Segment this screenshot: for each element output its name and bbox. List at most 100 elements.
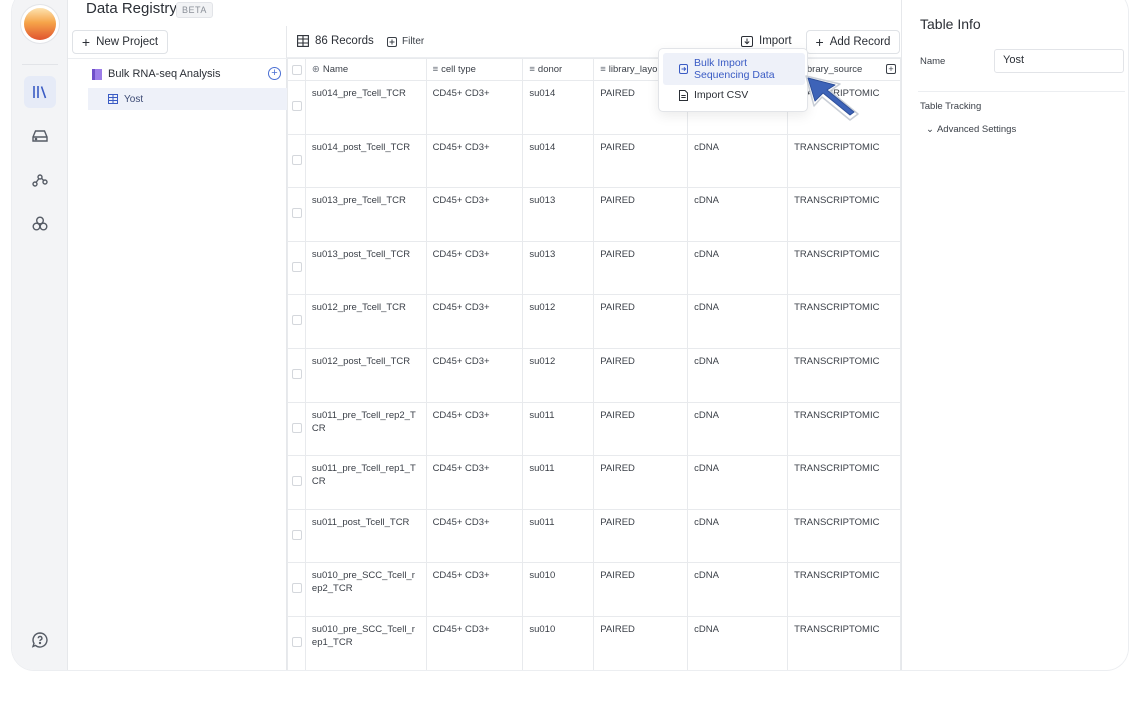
table-row[interactable]: su014_post_Tcell_TCR CD45+ CD3+ su014 PAIRE…	[287, 133, 901, 189]
row-checkbox[interactable]	[287, 294, 306, 349]
cell-donor[interactable]: su011	[522, 455, 595, 510]
row-checkbox[interactable]	[287, 133, 306, 189]
import-csv-menu-item[interactable]: Import CSV	[679, 89, 748, 101]
cell-library-selection[interactable]: cDNA	[687, 347, 789, 403]
cell-cell-type[interactable]: CD45+ CD3+	[425, 508, 524, 564]
cell-library-layout[interactable]: PAIRED	[593, 240, 689, 296]
row-checkbox[interactable]	[287, 187, 306, 242]
cell-name[interactable]: su012_pre_Tcell_TCR	[304, 294, 427, 349]
row-checkbox[interactable]	[287, 455, 306, 510]
cell-library-source[interactable]: TRANSCRIPTOMIC	[787, 133, 901, 189]
cell-donor[interactable]: su014	[522, 80, 595, 135]
cell-cell-type[interactable]: CD45+ CD3+	[425, 133, 524, 189]
row-checkbox[interactable]	[287, 80, 306, 135]
cell-donor[interactable]: su013	[522, 187, 595, 242]
column-header-donor[interactable]: ≡ donor	[522, 58, 595, 81]
table-row[interactable]: su012_pre_Tcell_TCR CD45+ CD3+ su012 PAIRED…	[287, 294, 901, 349]
cell-library-selection[interactable]: cDNA	[687, 187, 789, 242]
cell-donor[interactable]: su011	[522, 508, 595, 564]
cell-library-source[interactable]: TRANSCRIPTOMIC	[787, 562, 901, 617]
table-row[interactable]: su011_post_Tcell_TCR CD45+ CD3+ su011 PAIRE…	[287, 508, 901, 564]
cell-donor[interactable]: su012	[522, 294, 595, 349]
row-checkbox[interactable]	[287, 240, 306, 296]
cell-library-source[interactable]: TRANSCRIPTOMIC	[787, 187, 901, 242]
add-record-button[interactable]: + Add Record	[806, 30, 900, 54]
cell-library-source[interactable]: TRANSCRIPTOMIC	[787, 294, 901, 349]
cell-name[interactable]: su011_post_Tcell_TCR	[304, 508, 427, 564]
cell-library-selection[interactable]: cDNA	[687, 455, 789, 510]
cell-library-layout[interactable]: PAIRED	[593, 562, 689, 617]
cell-donor[interactable]: su010	[522, 615, 595, 670]
storage-drive-icon[interactable]	[24, 120, 56, 152]
add-table-icon[interactable]: +	[268, 67, 281, 80]
cell-cell-type[interactable]: CD45+ CD3+	[425, 615, 524, 670]
app-logo[interactable]	[24, 8, 56, 40]
cell-library-layout[interactable]: PAIRED	[593, 455, 689, 510]
table-row[interactable]: su010_pre_SCC_Tcell_rep2_TCR CD45+ CD3+ su…	[287, 562, 901, 617]
cell-library-layout[interactable]: PAIRED	[593, 347, 689, 403]
cell-cell-type[interactable]: CD45+ CD3+	[425, 240, 524, 296]
cell-library-selection[interactable]: cDNA	[687, 294, 789, 349]
cell-library-layout[interactable]: PAIRED	[593, 294, 689, 349]
add-column-icon[interactable]: +	[886, 64, 896, 74]
cell-name[interactable]: su011_pre_Tcell_rep1_TCR	[304, 455, 427, 510]
cell-cell-type[interactable]: CD45+ CD3+	[425, 347, 524, 403]
cell-cell-type[interactable]: CD45+ CD3+	[425, 80, 524, 135]
cell-donor[interactable]: su010	[522, 562, 595, 617]
cell-name[interactable]: su010_pre_SCC_Tcell_rep2_TCR	[304, 562, 427, 617]
cell-library-layout[interactable]: PAIRED	[593, 133, 689, 189]
row-checkbox[interactable]	[287, 401, 306, 457]
cell-name[interactable]: su010_pre_SCC_Tcell_rep1_TCR	[304, 615, 427, 670]
column-header-cell-type[interactable]: ≡ cell type	[425, 58, 524, 81]
cell-cell-type[interactable]: CD45+ CD3+	[425, 294, 524, 349]
cell-cell-type[interactable]: CD45+ CD3+	[425, 455, 524, 510]
table-row[interactable]: su013_pre_Tcell_TCR CD45+ CD3+ su013 PAIRED…	[287, 187, 901, 242]
cell-cell-type[interactable]: CD45+ CD3+	[425, 562, 524, 617]
cell-donor[interactable]: su012	[522, 347, 595, 403]
cell-library-selection[interactable]: cDNA	[687, 615, 789, 670]
cell-library-selection[interactable]: cDNA	[687, 240, 789, 296]
cell-donor[interactable]: su011	[522, 401, 595, 457]
table-name-input[interactable]: Yost	[994, 49, 1124, 73]
cell-name[interactable]: su011_pre_Tcell_rep2_TCR	[304, 401, 427, 457]
table-row[interactable]: su010_pre_SCC_Tcell_rep1_TCR CD45+ CD3+ su…	[287, 615, 901, 670]
cell-library-layout[interactable]: PAIRED	[593, 508, 689, 564]
cell-name[interactable]: su013_post_Tcell_TCR	[304, 240, 427, 296]
cell-cell-type[interactable]: CD45+ CD3+	[425, 401, 524, 457]
cell-donor[interactable]: su013	[522, 240, 595, 296]
table-row[interactable]: su011_pre_Tcell_rep2_TCR CD45+ CD3+ su011 P…	[287, 401, 901, 457]
project-item[interactable]: Bulk RNA-seq Analysis	[92, 68, 221, 80]
row-checkbox[interactable]	[287, 615, 306, 670]
row-checkbox[interactable]	[287, 508, 306, 564]
table-row[interactable]: su013_post_Tcell_TCR CD45+ CD3+ su013 PAIRE…	[287, 240, 901, 296]
filter-button[interactable]: Filter	[387, 36, 424, 47]
cell-library-selection[interactable]: cDNA	[687, 508, 789, 564]
cell-name[interactable]: su014_post_Tcell_TCR	[304, 133, 427, 189]
cell-library-layout[interactable]: PAIRED	[593, 615, 689, 670]
table-item-yost[interactable]: Yost	[88, 88, 287, 110]
select-all-checkbox[interactable]	[287, 58, 306, 81]
cell-library-source[interactable]: TRANSCRIPTOMIC	[787, 240, 901, 296]
cell-library-source[interactable]: TRANSCRIPTOMIC	[787, 508, 901, 564]
cell-library-source[interactable]: TRANSCRIPTOMIC	[787, 615, 901, 670]
cell-library-layout[interactable]: PAIRED	[593, 187, 689, 242]
cell-name[interactable]: su013_pre_Tcell_TCR	[304, 187, 427, 242]
library-icon[interactable]	[24, 76, 56, 108]
import-button[interactable]: Import	[741, 35, 792, 47]
cell-library-selection[interactable]: cDNA	[687, 133, 789, 189]
new-project-button[interactable]: + New Project	[72, 30, 168, 54]
cell-library-layout[interactable]: PAIRED	[593, 401, 689, 457]
cell-name[interactable]: su012_post_Tcell_TCR	[304, 347, 427, 403]
cell-library-source[interactable]: TRANSCRIPTOMIC	[787, 347, 901, 403]
row-checkbox[interactable]	[287, 347, 306, 403]
cell-cell-type[interactable]: CD45+ CD3+	[425, 187, 524, 242]
table-row[interactable]: su012_post_Tcell_TCR CD45+ CD3+ su012 PAIRE…	[287, 347, 901, 403]
table-row[interactable]: su011_pre_Tcell_rep1_TCR CD45+ CD3+ su011 P…	[287, 455, 901, 510]
column-header-name[interactable]: ⊛ Name	[304, 58, 427, 81]
help-chat-icon[interactable]	[24, 624, 56, 656]
cell-library-source[interactable]: TRANSCRIPTOMIC	[787, 455, 901, 510]
workflow-graph-icon[interactable]	[24, 164, 56, 196]
row-checkbox[interactable]	[287, 562, 306, 617]
cell-donor[interactable]: su014	[522, 133, 595, 189]
advanced-settings-toggle[interactable]: ⌄ Advanced Settings	[926, 124, 1016, 135]
